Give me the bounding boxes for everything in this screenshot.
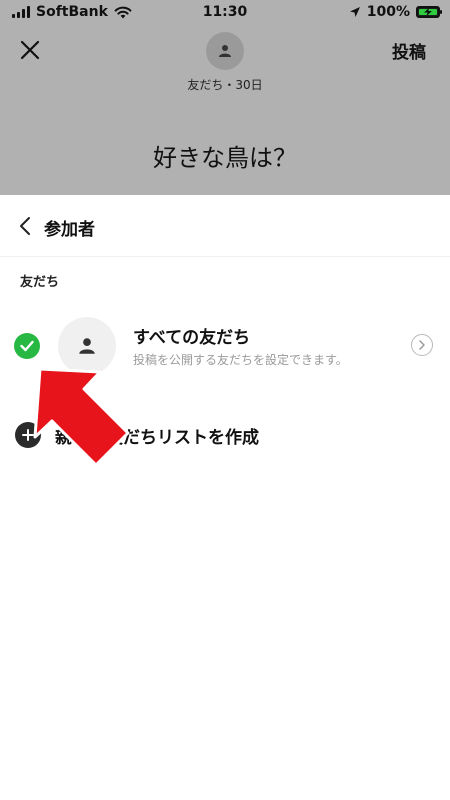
participants-sheet: 参加者 友だち すべての友だち 投稿を公開する友だちを設定できます。 親しい友だ… [0, 195, 450, 800]
person-icon [79, 338, 95, 354]
sheet-title: 参加者 [44, 220, 95, 240]
composer-background: SoftBank 11:30 100% 投稿 友だち・30日 好きな鳥は？ [0, 0, 450, 195]
battery-percent: 100% [366, 4, 410, 20]
create-list-label: 親しい友だちリストを作成 [55, 428, 259, 448]
friends-avatar [58, 317, 116, 375]
section-label-friends: 友だち [20, 275, 60, 290]
all-friends-title: すべての友だち [133, 328, 251, 348]
post-text: 好きな鳥は？ [153, 144, 297, 172]
post-button[interactable]: 投稿 [392, 38, 426, 63]
all-friends-row[interactable]: すべての友だち 投稿を公開する友だちを設定できます。 [0, 313, 450, 379]
person-icon [219, 45, 231, 57]
chevron-right-icon [419, 340, 425, 350]
sheet-header: 参加者 [0, 195, 450, 257]
selected-check-icon[interactable] [14, 333, 40, 359]
add-icon [15, 422, 41, 448]
charging-bolt-icon [424, 8, 432, 16]
status-bar: SoftBank 11:30 100% [0, 0, 450, 24]
back-button[interactable] [16, 216, 36, 236]
location-icon [349, 7, 360, 17]
checkmark-icon [20, 340, 34, 352]
plus-icon [22, 429, 34, 441]
author-avatar [206, 32, 244, 70]
all-friends-detail-button[interactable] [411, 334, 433, 356]
close-button[interactable] [18, 38, 42, 62]
all-friends-subtitle: 投稿を公開する友だちを設定できます。 [133, 353, 348, 367]
create-list-row[interactable]: 親しい友だちリストを作成 [0, 417, 450, 451]
audience-setting: 友だち・30日 [187, 78, 263, 92]
status-right: 100% [349, 4, 442, 20]
battery-icon [416, 6, 442, 18]
